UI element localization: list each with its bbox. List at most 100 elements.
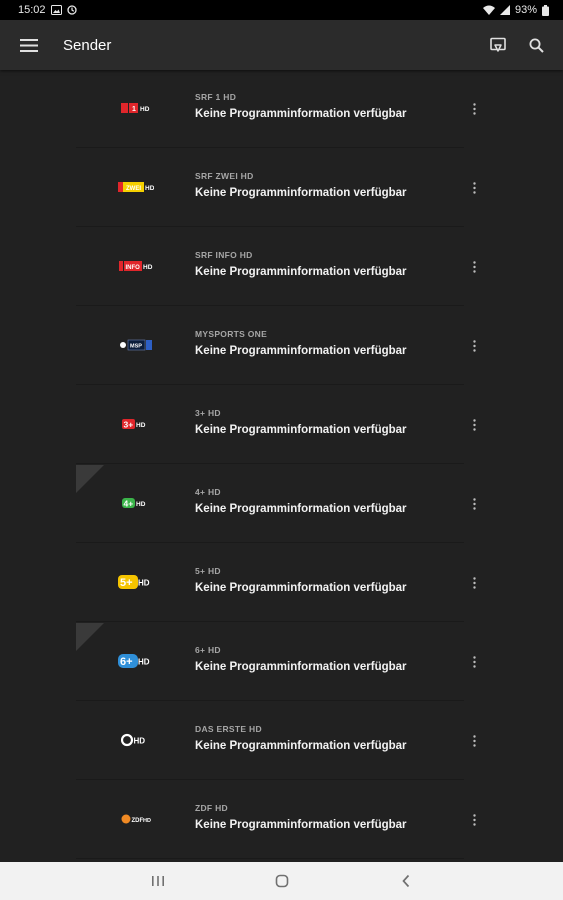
svg-text:HD: HD [140, 106, 150, 113]
back-button[interactable] [344, 862, 468, 900]
svg-text:HD: HD [138, 579, 150, 588]
svg-text:MSP: MSP [130, 344, 142, 350]
svg-text:HD: HD [136, 501, 146, 508]
page-title: Sender [63, 36, 112, 54]
channel-row[interactable]: 5+ HD 5+ HD Keine Programminformation ver… [76, 544, 476, 622]
svg-text:1: 1 [132, 106, 136, 113]
4plus-logo: 4+ HD [106, 492, 166, 514]
hamburger-menu-icon [20, 38, 38, 52]
das-erste-logo: HD [106, 729, 166, 751]
home-button[interactable] [220, 862, 344, 900]
channel-row[interactable]: MSP MYSPORTS ONE Keine Programminformati… [76, 307, 476, 385]
more-options-button[interactable] [464, 97, 484, 121]
svg-text:HD: HD [143, 264, 153, 271]
channel-row[interactable]: 3+ HD 3+ HD Keine Programminformation ver… [76, 386, 476, 464]
program-info: Keine Programminformation verfügbar [195, 187, 407, 199]
channel-name: DAS ERSTE HD [195, 724, 262, 734]
channel-text: DAS ERSTE HD Keine Programminformation v… [195, 724, 425, 754]
more-vert-icon [472, 103, 476, 115]
more-options-button[interactable] [464, 334, 484, 358]
srf1-logo: 1 HD [106, 97, 166, 119]
cellular-signal-icon [499, 5, 510, 15]
zdf-logo: ZDF HD [106, 808, 166, 830]
3plus-logo: 3+ HD [106, 413, 166, 435]
channel-name: ZDF HD [195, 803, 228, 813]
more-vert-icon [472, 498, 476, 510]
channel-text: 5+ HD Keine Programminformation verfügba… [195, 566, 425, 596]
more-vert-icon [472, 182, 476, 194]
menu-button[interactable] [0, 20, 58, 70]
channel-row[interactable]: 4+ HD 4+ HD Keine Programminformation ver… [76, 465, 476, 543]
channel-text: MYSPORTS ONE Keine Programminformation v… [195, 329, 425, 359]
cast-button[interactable] [479, 20, 517, 70]
channel-row[interactable]: ZDF HD ZDF HD Keine Programminformation v… [76, 781, 476, 859]
status-bar: 15:02 93% [0, 0, 563, 20]
program-info: Keine Programminformation verfügbar [195, 108, 407, 120]
channel-name: 5+ HD [195, 566, 221, 576]
svg-text:INFO: INFO [126, 265, 141, 271]
program-info: Keine Programminformation verfügbar [195, 503, 407, 515]
program-info: Keine Programminformation verfügbar [195, 582, 407, 594]
more-vert-icon [472, 419, 476, 431]
channel-name: 4+ HD [195, 487, 221, 497]
channel-row[interactable]: INFO HD SRF INFO HD Keine Programminforma… [76, 228, 476, 306]
svg-text:HD: HD [136, 422, 146, 429]
svg-text:3+: 3+ [124, 420, 134, 430]
battery-percentage: 93% [514, 4, 537, 16]
wifi-icon [482, 5, 495, 15]
channel-name: MYSPORTS ONE [195, 329, 268, 339]
6plus-logo: 6+ HD [106, 650, 166, 672]
channel-name: SRF ZWEI HD [195, 171, 254, 181]
image-notification-icon [50, 5, 62, 15]
svg-text:HD: HD [134, 737, 146, 746]
channel-row[interactable]: 6+ HD 6+ HD Keine Programminformation ver… [76, 623, 476, 701]
program-info: Keine Programminformation verfügbar [195, 424, 407, 436]
more-options-button[interactable] [464, 255, 484, 279]
channel-name: SRF 1 HD [195, 92, 237, 102]
search-button[interactable] [517, 20, 555, 70]
more-options-button[interactable] [464, 808, 484, 832]
recent-apps-button[interactable] [96, 862, 220, 900]
more-options-button[interactable] [464, 571, 484, 595]
more-options-button[interactable] [464, 176, 484, 200]
corner-marker [76, 465, 104, 493]
more-vert-icon [472, 735, 476, 747]
search-icon [529, 38, 544, 53]
channel-text: 4+ HD Keine Programminformation verfügba… [195, 487, 425, 517]
svg-text:5+: 5+ [120, 577, 133, 589]
channel-name: 6+ HD [195, 645, 221, 655]
more-options-button[interactable] [464, 492, 484, 516]
channel-row[interactable]: 1 HD SRF 1 HD Keine Programminformation v… [76, 70, 476, 148]
program-info: Keine Programminformation verfügbar [195, 819, 407, 831]
srf-info-logo: INFO HD [106, 255, 166, 277]
cast-icon [490, 37, 506, 52]
more-options-button[interactable] [464, 413, 484, 437]
battery-icon [542, 4, 549, 16]
channel-list: 1 HD SRF 1 HD Keine Programminformation v… [0, 70, 563, 862]
more-vert-icon [472, 814, 476, 826]
program-info: Keine Programminformation verfügbar [195, 345, 407, 357]
svg-text:6+: 6+ [120, 656, 133, 668]
more-options-button[interactable] [464, 650, 484, 674]
svg-text:ZWEI: ZWEI [126, 186, 141, 192]
more-vert-icon [472, 261, 476, 273]
corner-marker [76, 623, 104, 651]
program-info: Keine Programminformation verfügbar [195, 266, 407, 278]
srf-zwei-logo: ZWEI HD [106, 176, 166, 198]
channel-row[interactable]: ZWEI HD SRF ZWEI HD Keine Programminforma… [76, 149, 476, 227]
more-options-button[interactable] [464, 729, 484, 753]
channel-text: SRF 1 HD Keine Programminformation verfü… [195, 92, 425, 122]
app-bar: Sender [0, 20, 563, 70]
channel-text: 3+ HD Keine Programminformation verfügba… [195, 408, 425, 438]
status-time: 15:02 [18, 4, 46, 16]
recent-apps-icon [151, 876, 164, 886]
system-navigation-bar [0, 862, 563, 900]
channel-row[interactable]: HD DAS ERSTE HD Keine Programminformatio… [76, 702, 476, 780]
home-icon [275, 874, 288, 888]
svg-text:HD: HD [143, 818, 151, 824]
sync-notification-icon [66, 5, 77, 15]
back-icon [401, 874, 409, 888]
program-info: Keine Programminformation verfügbar [195, 661, 407, 673]
channel-name: 3+ HD [195, 408, 221, 418]
program-info: Keine Programminformation verfügbar [195, 740, 407, 752]
